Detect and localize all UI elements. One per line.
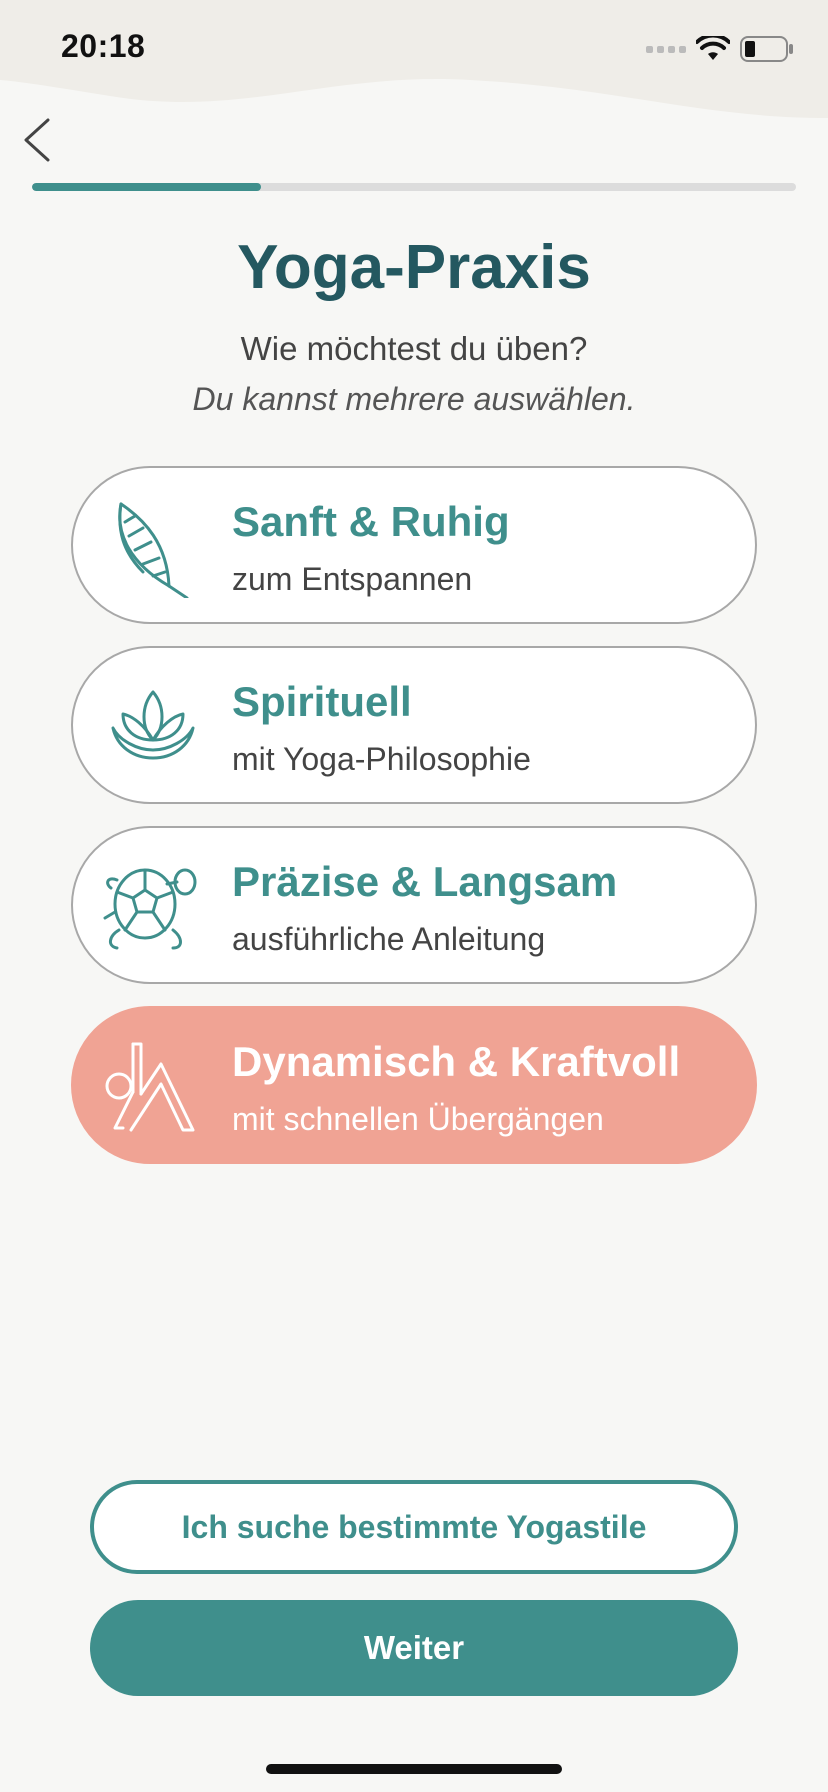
turtle-icon — [103, 868, 197, 950]
page-title: Yoga-Praxis — [237, 233, 591, 302]
header-wave — [0, 0, 828, 118]
option-subtitle: mit Yoga-Philosophie — [232, 741, 531, 777]
option-sanft-ruhig[interactable]: Sanft & Ruhig zum Entspannen — [71, 466, 757, 624]
option-spirituell[interactable]: Spirituell mit Yoga-Philosophie — [71, 646, 757, 804]
page-subtitle: Wie möchtest du üben? — [240, 330, 588, 367]
yoga-pose-icon — [105, 1042, 195, 1132]
option-title: Sanft & Ruhig — [232, 498, 510, 545]
progress-bar — [32, 183, 796, 191]
home-indicator — [266, 1764, 562, 1774]
option-subtitle: zum Entspannen — [232, 561, 473, 597]
battery-icon — [740, 36, 793, 62]
yoga-styles-button[interactable]: Ich suche bestimmte Yogastile — [90, 1480, 738, 1574]
signal-icon — [646, 46, 686, 53]
option-title: Spirituell — [232, 678, 412, 725]
option-subtitle: mit schnellen Übergängen — [232, 1101, 604, 1137]
option-dynamisch-kraftvoll[interactable]: Dynamisch & Kraftvoll mit schnellen Über… — [71, 1006, 757, 1164]
selection-hint: Du kannst mehrere auswählen. — [192, 381, 636, 417]
wifi-icon — [696, 36, 730, 60]
progress-fill — [32, 183, 262, 191]
status-icons — [646, 34, 794, 64]
status-time: 20:18 — [61, 28, 146, 64]
option-title: Dynamisch & Kraftvoll — [232, 1038, 681, 1085]
option-subtitle: ausführliche Anleitung — [232, 921, 546, 957]
back-button[interactable] — [18, 110, 78, 170]
next-button[interactable]: Weiter — [90, 1600, 738, 1696]
option-praezise-langsam[interactable]: Präzise & Langsam ausführliche Anleitung — [71, 826, 757, 984]
option-title: Präzise & Langsam — [232, 858, 618, 905]
feather-icon — [118, 502, 189, 598]
lotus-icon — [111, 690, 195, 760]
chevron-left-icon — [24, 118, 50, 162]
